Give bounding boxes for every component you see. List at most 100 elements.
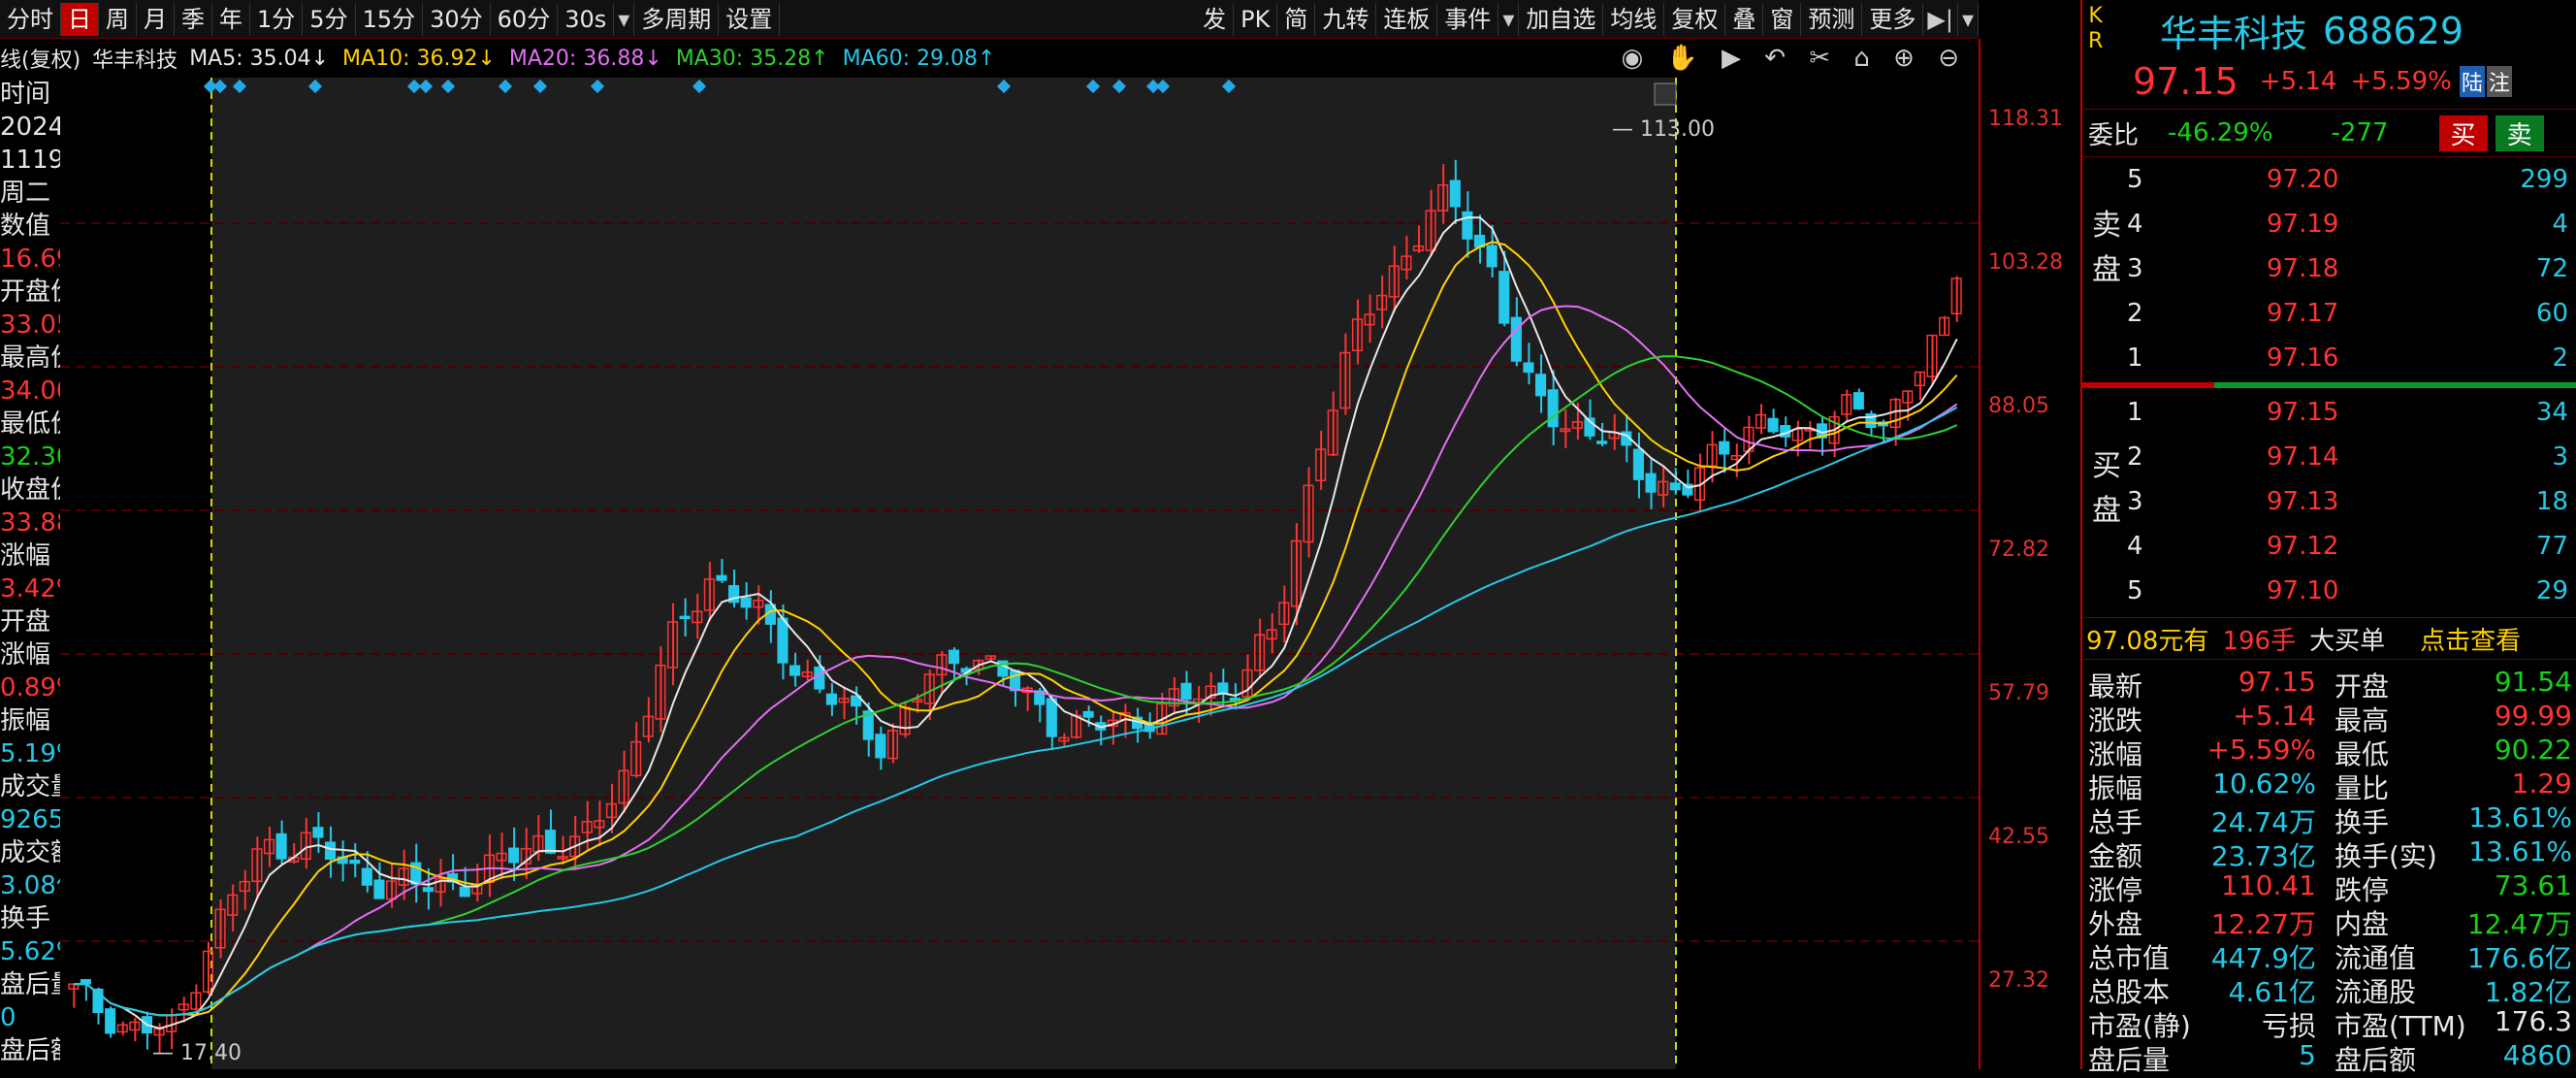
- toolbar-tool-2[interactable]: 简: [1277, 2, 1316, 36]
- period-tab-11[interactable]: 30s: [558, 2, 615, 36]
- stat-value: 23.73亿: [2210, 840, 2316, 872]
- stat-value: +5.14: [2233, 700, 2316, 732]
- info-line-14: 涨幅: [0, 541, 51, 571]
- ma-label-3: MA30: 35.28↑: [675, 46, 829, 71]
- candle-body: [1082, 710, 1094, 718]
- bids-level-3[interactable]: 3 97.13 18: [2082, 481, 2576, 526]
- toolbar-item-0[interactable]: 多周期: [634, 2, 720, 36]
- toolbar-tool-3[interactable]: 九转: [1315, 2, 1377, 36]
- toolbar-tool-8[interactable]: 复权: [1664, 2, 1726, 36]
- info-line-8: 最高价: [0, 343, 60, 373]
- toolbar-tool-9[interactable]: 叠: [1725, 2, 1764, 36]
- kline-chart[interactable]: — 113.00 — 17.40: [60, 78, 1979, 1069]
- toolbar-tool-5[interactable]: 事件: [1437, 2, 1499, 36]
- asks-level-4[interactable]: 4 97.19 4: [2082, 204, 2576, 248]
- candle-body: [1510, 316, 1522, 362]
- toolbar-item-1[interactable]: 设置: [719, 2, 781, 36]
- period-tab-6[interactable]: 1分: [250, 2, 304, 36]
- level-price: 97.12: [2267, 532, 2339, 561]
- stat-value: 176.3: [2494, 1005, 2572, 1037]
- stat-value: 5: [2299, 1039, 2316, 1071]
- chart-tool-icons[interactable]: ◉ ✋ ▶ ↶ ✂ ⌂ ⊕ ⊖: [1621, 44, 1967, 73]
- candle-body: [324, 841, 337, 861]
- sell-button[interactable]: 卖: [2495, 114, 2544, 151]
- asks-level-1[interactable]: 1 97.16 2: [2082, 338, 2576, 382]
- stat-value: 13.61%: [2468, 801, 2572, 833]
- level-price: 97.18: [2267, 254, 2339, 283]
- level-volume: 29: [2535, 576, 2568, 605]
- candle-body: [1535, 374, 1547, 397]
- candle-body: [1632, 448, 1644, 480]
- toolbar-tool-7[interactable]: 均线: [1603, 2, 1665, 36]
- tag-lu[interactable]: 陆: [2459, 66, 2485, 97]
- period-tab-8[interactable]: 15分: [356, 2, 424, 36]
- period-tab-3[interactable]: 月: [137, 2, 175, 36]
- candle-body: [422, 887, 434, 893]
- period-tab-9[interactable]: 30分: [423, 2, 491, 36]
- stat-value: 13.61%: [2468, 835, 2572, 867]
- toolbar-tool-4[interactable]: 连板: [1376, 2, 1438, 36]
- period-tab-5[interactable]: 年: [212, 2, 250, 36]
- y-tick-0: 118.31: [1988, 107, 2063, 131]
- candle-body: [1669, 482, 1681, 491]
- info-line-11: 32.30: [0, 442, 60, 472]
- big-order-row[interactable]: 97.08元有 196手 大买单 点击查看: [2082, 617, 2576, 660]
- toolbar-tool-10[interactable]: 窗: [1763, 2, 1802, 36]
- level-volume: 299: [2520, 165, 2568, 194]
- close-icon[interactable]: [1654, 82, 1677, 106]
- period-tab-1[interactable]: 日: [61, 2, 99, 36]
- tag-zhu[interactable]: 注: [2486, 66, 2512, 97]
- asks-level-5[interactable]: 5 97.20 299: [2082, 159, 2576, 204]
- stat-row: 金额 23.73亿 换手(实) 13.61%: [2082, 835, 2576, 872]
- stat-value: 24.74万: [2210, 806, 2316, 838]
- stat-label: 金额: [2088, 840, 2143, 872]
- level-num: 2: [2127, 442, 2143, 472]
- bids-level-2[interactable]: 2 97.14 3: [2082, 437, 2576, 481]
- bids-level-4[interactable]: 4 97.12 77: [2082, 526, 2576, 571]
- buy-button[interactable]: 买: [2438, 114, 2488, 151]
- info-line-27: 盘后量: [0, 970, 60, 999]
- period-tab-4[interactable]: 季: [175, 2, 212, 36]
- stat-label: 换手: [2334, 806, 2390, 838]
- big-order-vol: 196手: [2222, 626, 2297, 656]
- period-tab-2[interactable]: 周: [99, 2, 137, 36]
- toolbar-tool-6[interactable]: 加自选: [1519, 2, 1604, 36]
- bids-level-1[interactable]: 1 97.15 34: [2082, 392, 2576, 437]
- stat-label: 内盘: [2334, 908, 2390, 940]
- collapse-panel-icon[interactable]: ▶|: [1923, 2, 1958, 36]
- menu-dropdown-icon[interactable]: ▾: [1958, 2, 1979, 36]
- stat-label: 涨停: [2088, 874, 2143, 906]
- stat-row: 涨跌 +5.14 最高 99.99: [2082, 700, 2576, 736]
- stat-label: 涨跌: [2088, 704, 2143, 736]
- event-dropdown-icon[interactable]: ▾: [1498, 2, 1520, 36]
- asks-level-3[interactable]: 3 97.18 72: [2082, 248, 2576, 293]
- stock-code: 688629: [2323, 9, 2464, 52]
- stat-value: 10.62%: [2212, 768, 2316, 800]
- toolbar-tool-12[interactable]: 更多: [1862, 2, 1924, 36]
- stat-label: 流通股: [2334, 976, 2417, 1008]
- ma-legend-bar: 线(复权) 华丰科技 MA5: 35.04↓ MA10: 36.92↓ MA20: …: [0, 41, 1979, 76]
- period-tab-7[interactable]: 5分: [303, 2, 356, 36]
- level-price: 97.10: [2267, 576, 2339, 605]
- asks-level-2[interactable]: 2 97.17 60: [2082, 293, 2576, 338]
- period-tab-10[interactable]: 60分: [491, 2, 559, 36]
- toolbar-tool-11[interactable]: 预测: [1801, 2, 1863, 36]
- info-line-26: 5.62%: [0, 937, 60, 966]
- ma-label-4: MA60: 29.08↑: [842, 46, 996, 71]
- period-tab-0[interactable]: 分时: [0, 2, 61, 36]
- high-annotation: — 113.00: [1612, 117, 1715, 142]
- candle-body: [1046, 698, 1057, 737]
- info-line-4: 数值: [0, 212, 51, 241]
- stat-label: 涨幅: [2088, 738, 2143, 770]
- big-order-link[interactable]: 点击查看: [2420, 621, 2521, 657]
- bids-level-5[interactable]: 5 97.10 29: [2082, 571, 2576, 615]
- toolbar-tool-0[interactable]: 发: [1196, 2, 1235, 36]
- stat-value: 99.99: [2494, 700, 2572, 732]
- candle-body: [275, 833, 287, 860]
- candle-body: [948, 649, 960, 665]
- big-order-label: 大买单: [2309, 626, 2386, 656]
- stat-row: 总市值 447.9亿 流通值 176.6亿: [2082, 937, 2576, 974]
- toolbar-tool-1[interactable]: PK: [1234, 2, 1278, 36]
- y-tick-2: 88.05: [1988, 394, 2049, 418]
- period-dropdown-icon[interactable]: ▾: [614, 2, 635, 36]
